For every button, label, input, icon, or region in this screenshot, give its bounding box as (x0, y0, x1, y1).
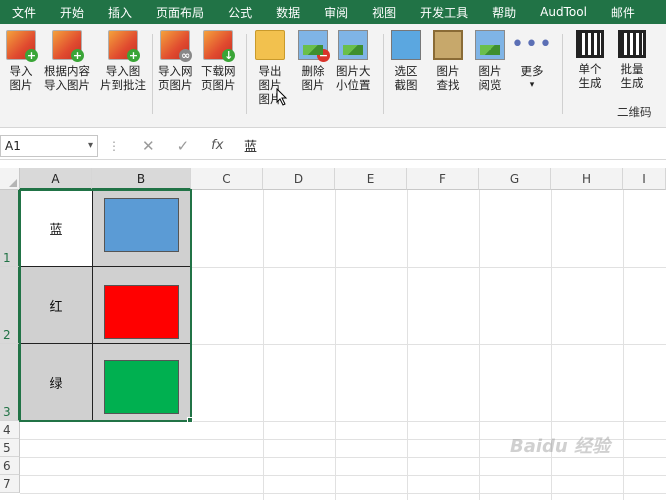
gridline (20, 493, 666, 494)
menu-formulas[interactable]: 公式 (216, 4, 264, 21)
column-header-d[interactable]: D (263, 168, 335, 190)
column-header-i[interactable]: I (623, 168, 666, 190)
column-header-g[interactable]: G (479, 168, 551, 190)
baidu-watermark: Baidu 经验 (510, 436, 611, 457)
menu-review[interactable]: 审阅 (312, 4, 360, 21)
cell-a3[interactable]: 绿 (20, 344, 92, 421)
import-to-comment-button[interactable]: + 导入图 片到批注 (100, 30, 146, 92)
gridline (20, 475, 666, 476)
screenshot-icon (391, 30, 421, 60)
menu-bar: 文件 开始 插入 页面布局 公式 数据 审阅 视图 开发工具 帮助 AudToo… (0, 0, 666, 24)
menu-insert[interactable]: 插入 (96, 4, 144, 21)
image-size-position-button[interactable]: 图片大 小位置 (336, 30, 371, 92)
import-to-comment-icon: + (108, 30, 140, 62)
ribbon-separator (562, 34, 563, 114)
menu-page-layout[interactable]: 页面布局 (144, 4, 216, 21)
import-image-icon: + (6, 30, 38, 62)
folder-icon (255, 30, 285, 60)
select-all-corner[interactable] (0, 168, 20, 190)
import-image-button[interactable]: + 导入 图片 (6, 30, 38, 92)
row-header-5[interactable]: 5 (0, 439, 20, 457)
cancel-icon[interactable]: ✕ (142, 137, 155, 155)
mouse-cursor-icon (276, 88, 288, 106)
row-header-4[interactable]: 4 (0, 421, 20, 439)
image-browse-button[interactable]: 图片 阅览 (475, 30, 505, 92)
column-header-h[interactable]: H (551, 168, 623, 190)
row-header-1[interactable]: 1 (0, 190, 20, 267)
gridline (407, 190, 408, 500)
batch-qrcode-button[interactable]: 批量 生成 (618, 30, 646, 90)
name-box[interactable]: A1 (0, 134, 98, 157)
menu-audtool[interactable]: AudTool (528, 5, 599, 19)
menu-help[interactable]: 帮助 (480, 4, 528, 21)
image-gallery-icon (475, 30, 505, 60)
gridline (479, 190, 480, 500)
delete-image-button[interactable]: − 删除 图片 (298, 30, 330, 92)
selection-screenshot-button[interactable]: 选区 截图 (391, 30, 421, 92)
more-dots-icon: ••• (511, 32, 553, 57)
fill-handle[interactable] (187, 417, 193, 423)
qrcode-icon (618, 30, 646, 58)
ribbon: + 导入 图片 + 根据内容 导入图片 + 导入图 片到批注 ∞ 导入网 页图片… (0, 24, 666, 128)
resize-image-icon (338, 30, 369, 60)
formula-input[interactable]: 蓝 (244, 136, 257, 155)
gridline (623, 190, 624, 500)
column-header-c[interactable]: C (191, 168, 263, 190)
menu-data[interactable]: 数据 (264, 4, 312, 21)
row-header-6[interactable]: 6 (0, 457, 20, 475)
ribbon-separator (383, 34, 384, 114)
qrcode-icon (576, 30, 604, 58)
cell-a2[interactable]: 红 (20, 267, 92, 344)
formula-bar: A1 ⋮ ✕ ✓ fx 蓝 (0, 132, 666, 160)
column-header-a[interactable]: A (20, 168, 92, 190)
blue-picture[interactable] (104, 198, 179, 252)
more-button[interactable]: ••• 更多 ▾ (511, 30, 553, 92)
import-web-image-button[interactable]: ∞ 导入网 页图片 (158, 30, 193, 92)
insert-function-icon[interactable]: fx (211, 138, 223, 153)
red-picture[interactable] (104, 285, 179, 339)
row-header-7[interactable]: 7 (0, 475, 20, 493)
menu-developer[interactable]: 开发工具 (408, 4, 480, 21)
menu-home[interactable]: 开始 (48, 4, 96, 21)
menu-mail[interactable]: 邮件 (599, 4, 647, 21)
green-picture[interactable] (104, 360, 179, 414)
menu-file[interactable]: 文件 (0, 4, 48, 21)
image-frame-icon (433, 30, 463, 60)
qrcode-group-label: 二维码 (617, 105, 652, 119)
gridline (20, 421, 666, 422)
gridline (335, 190, 336, 500)
row-header-3[interactable]: 3 (0, 344, 20, 421)
column-header-b[interactable]: B (92, 168, 191, 190)
gridline (263, 190, 264, 500)
import-by-content-button[interactable]: + 根据内容 导入图片 (44, 30, 90, 92)
ribbon-separator (246, 34, 247, 114)
ribbon-separator (152, 34, 153, 114)
download-image-icon: ↓ (203, 30, 236, 62)
menu-view[interactable]: 视图 (360, 4, 408, 21)
import-by-content-icon: + (52, 30, 84, 62)
enter-icon[interactable]: ✓ (177, 137, 190, 155)
image-find-button[interactable]: 图片 查找 (433, 30, 463, 92)
link-image-icon: ∞ (160, 30, 193, 62)
options-icon[interactable]: ⋮ (108, 139, 120, 153)
delete-image-icon: − (298, 30, 330, 62)
single-qrcode-button[interactable]: 单个 生成 (576, 30, 604, 90)
row-header-2[interactable]: 2 (0, 267, 20, 344)
download-web-image-button[interactable]: ↓ 下载网 页图片 (201, 30, 236, 92)
cell-a1[interactable]: 蓝 (20, 190, 92, 267)
column-header-e[interactable]: E (335, 168, 407, 190)
cell-border (92, 190, 93, 421)
column-header-f[interactable]: F (407, 168, 479, 190)
formula-controls: ⋮ ✕ ✓ fx (98, 137, 238, 155)
